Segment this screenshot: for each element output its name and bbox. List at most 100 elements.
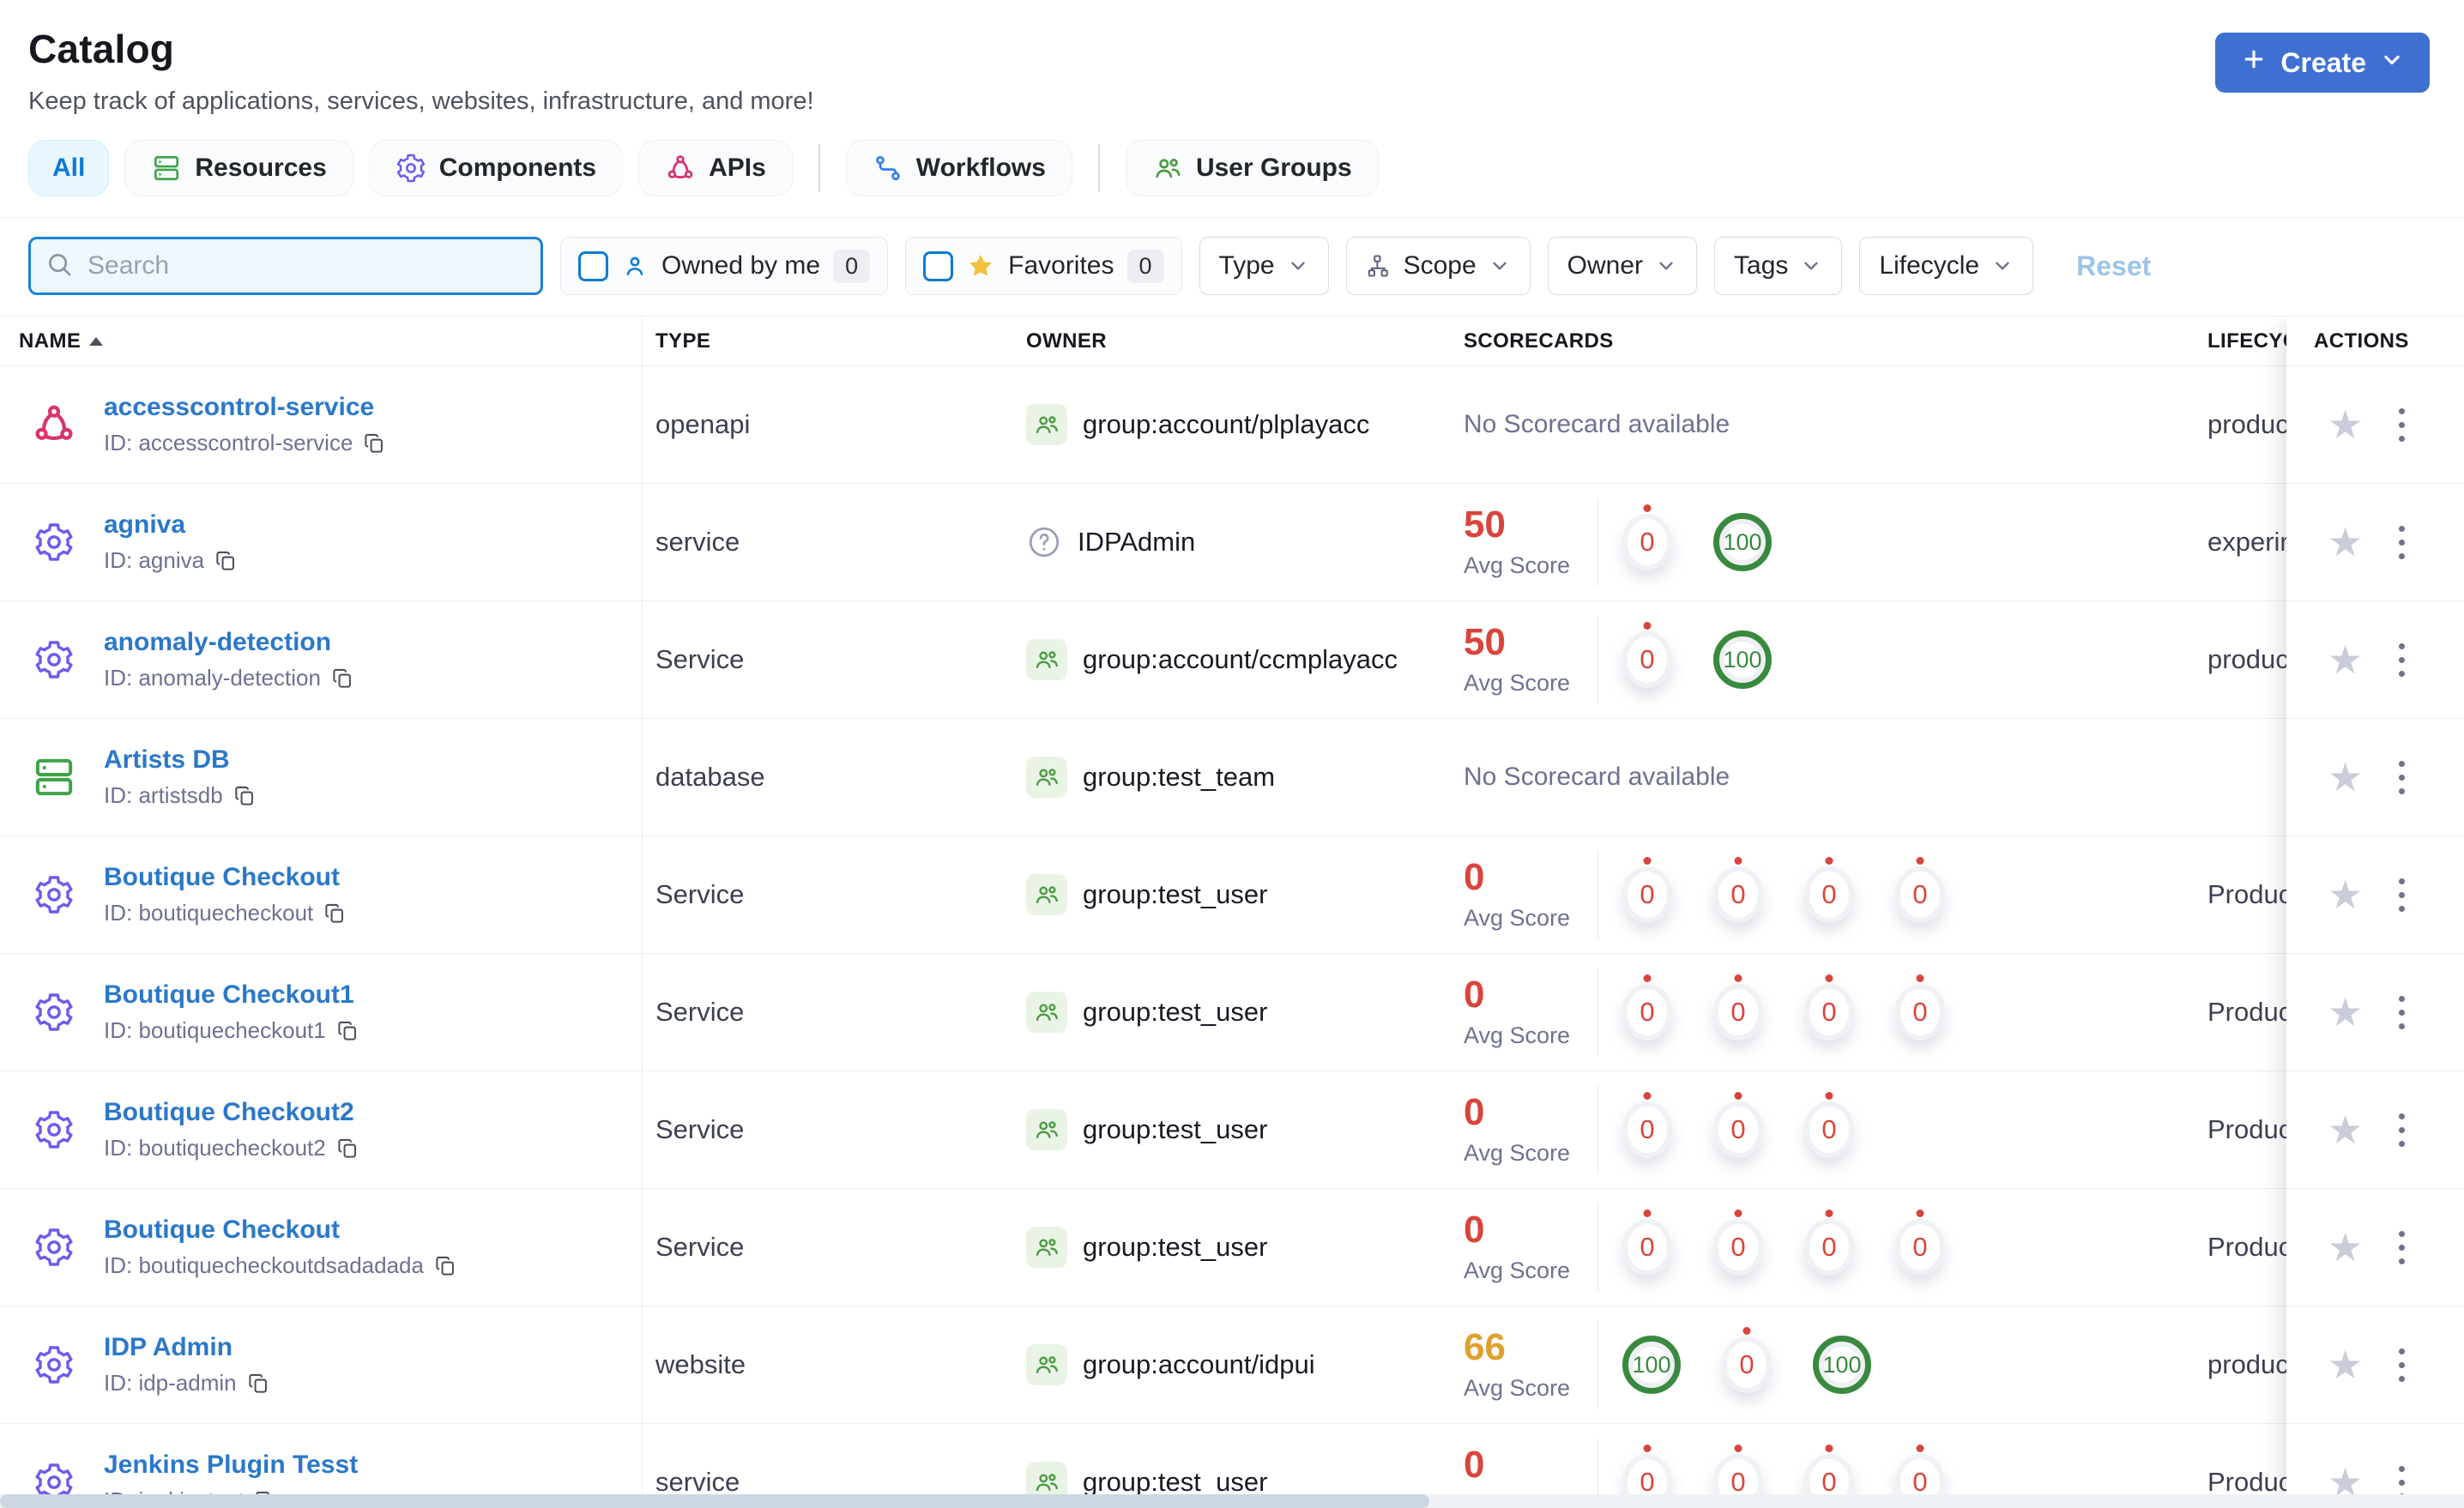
plus-icon bbox=[2241, 46, 2267, 79]
score-ring[interactable]: 0 bbox=[1713, 984, 1763, 1041]
entity-name-link[interactable]: Boutique Checkout2 bbox=[104, 1098, 359, 1127]
entity-name-link[interactable]: IDP Admin bbox=[104, 1333, 270, 1362]
entity-name-link[interactable]: Boutique Checkout1 bbox=[104, 980, 359, 1010]
copy-icon[interactable] bbox=[214, 549, 238, 572]
dropdown-lifecycle[interactable]: Lifecycle bbox=[1859, 237, 2034, 295]
kebab-menu-icon[interactable] bbox=[2394, 756, 2410, 799]
entity-name-link[interactable]: anomaly-detection bbox=[104, 628, 354, 657]
score-ring[interactable]: 0 bbox=[1895, 866, 1945, 923]
score-ring[interactable]: 0 bbox=[1804, 866, 1854, 923]
copy-icon[interactable] bbox=[247, 1372, 270, 1395]
table-row[interactable]: Boutique Checkout ID: boutiquecheckoutds… bbox=[0, 1189, 2464, 1306]
score-ring[interactable]: 0 bbox=[1713, 1101, 1763, 1158]
score-ring[interactable]: 100 bbox=[1713, 630, 1772, 689]
kebab-menu-icon[interactable] bbox=[2394, 638, 2410, 682]
entity-name-link[interactable]: Artists DB bbox=[104, 745, 257, 775]
filter-chip-favorites[interactable]: Favorites 0 bbox=[905, 237, 1182, 295]
search-box[interactable] bbox=[28, 237, 543, 295]
copy-icon[interactable] bbox=[434, 1254, 457, 1277]
owner-cell: group:test_user bbox=[1026, 954, 1267, 1071]
kebab-menu-icon[interactable] bbox=[2394, 873, 2410, 917]
tab-workflows[interactable]: Workflows bbox=[845, 140, 1072, 196]
entity-id-label: ID: boutiquecheckout1 bbox=[104, 1017, 326, 1043]
favorite-star-icon[interactable]: ★ bbox=[2328, 875, 2363, 914]
kebab-menu-icon[interactable] bbox=[2394, 991, 2410, 1034]
table-row[interactable]: accesscontrol-service ID: accesscontrol-… bbox=[0, 366, 2464, 484]
score-ring[interactable]: 0 bbox=[1622, 984, 1672, 1041]
checkbox[interactable] bbox=[578, 250, 608, 281]
dropdown-tags[interactable]: Tags bbox=[1714, 237, 1843, 295]
tab-all[interactable]: All bbox=[28, 140, 110, 196]
score-ring[interactable]: 100 bbox=[1622, 1336, 1681, 1394]
tab-apis[interactable]: APIs bbox=[638, 140, 793, 196]
kebab-menu-icon[interactable] bbox=[2394, 521, 2410, 564]
catalog-page: Catalog Keep track of applications, serv… bbox=[0, 0, 2464, 1508]
tab-label: Workflows bbox=[915, 154, 1046, 182]
kebab-menu-icon[interactable] bbox=[2394, 403, 2410, 447]
entity-name-link[interactable]: agniva bbox=[104, 510, 238, 540]
copy-icon[interactable] bbox=[363, 431, 386, 455]
score-ring[interactable]: 0 bbox=[1804, 984, 1854, 1041]
entity-name-link[interactable]: accesscontrol-service bbox=[104, 393, 386, 422]
score-ring[interactable]: 0 bbox=[1622, 1219, 1672, 1276]
favorite-star-icon[interactable]: ★ bbox=[2328, 1228, 2363, 1267]
score-ring[interactable]: 100 bbox=[1813, 1336, 1871, 1394]
tab-resources[interactable]: Resources bbox=[124, 140, 353, 196]
favorite-star-icon[interactable]: ★ bbox=[2328, 522, 2363, 562]
kebab-menu-icon[interactable] bbox=[2394, 1108, 2410, 1152]
dropdown-owner[interactable]: Owner bbox=[1547, 237, 1698, 295]
score-divider bbox=[1597, 616, 1598, 703]
kebab-menu-icon[interactable] bbox=[2394, 1343, 2410, 1387]
tab-components[interactable]: Components bbox=[368, 140, 624, 196]
table-row[interactable]: anomaly-detection ID: anomaly-detection … bbox=[0, 601, 2464, 719]
checkbox[interactable] bbox=[923, 250, 954, 281]
column-header-name[interactable]: NAME bbox=[19, 329, 104, 353]
table-row[interactable]: agniva ID: agniva service IDPAdmin 50 Avg… bbox=[0, 484, 2464, 601]
lifecycle-cell: Produc bbox=[2207, 1114, 2286, 1144]
favorite-star-icon[interactable]: ★ bbox=[2328, 1110, 2363, 1149]
score-ring[interactable]: 0 bbox=[1622, 866, 1672, 923]
score-ring[interactable]: 0 bbox=[1804, 1101, 1854, 1158]
table-row[interactable]: IDP Admin ID: idp-admin website group:ac… bbox=[0, 1306, 2464, 1424]
copy-icon[interactable] bbox=[323, 902, 347, 925]
score-ring[interactable]: 100 bbox=[1713, 513, 1772, 571]
create-button[interactable]: Create bbox=[2215, 33, 2430, 93]
score-ring-value: 0 bbox=[1730, 1467, 1746, 1497]
copy-icon[interactable] bbox=[233, 784, 257, 807]
score-ring-value: 0 bbox=[1912, 997, 1928, 1027]
score-ring[interactable]: 0 bbox=[1713, 1219, 1763, 1276]
dropdown-type[interactable]: Type bbox=[1199, 237, 1329, 295]
favorite-star-icon[interactable]: ★ bbox=[2328, 1345, 2363, 1384]
entity-name-link[interactable]: Boutique Checkout bbox=[104, 863, 347, 892]
filter-chip-owned-by-me[interactable]: Owned by me 0 bbox=[560, 237, 889, 295]
copy-icon[interactable] bbox=[331, 667, 354, 690]
score-ring[interactable]: 0 bbox=[1722, 1336, 1772, 1393]
copy-icon[interactable] bbox=[336, 1137, 359, 1160]
dropdown-scope[interactable]: Scope bbox=[1345, 237, 1531, 295]
favorite-star-icon[interactable]: ★ bbox=[2328, 757, 2363, 797]
reset-button[interactable]: Reset bbox=[2076, 250, 2151, 282]
score-ring[interactable]: 0 bbox=[1713, 866, 1763, 923]
entity-name-link[interactable]: Jenkins Plugin Tesst bbox=[104, 1451, 358, 1480]
entity-name-link[interactable]: Boutique Checkout bbox=[104, 1215, 457, 1245]
copy-icon[interactable] bbox=[336, 1019, 359, 1042]
scrollbar-thumb[interactable] bbox=[0, 1494, 1429, 1508]
kebab-menu-icon[interactable] bbox=[2394, 1226, 2410, 1270]
table-row[interactable]: Boutique Checkout ID: boutiquecheckout S… bbox=[0, 836, 2464, 954]
table-row[interactable]: Artists DB ID: artistsdb database group:… bbox=[0, 719, 2464, 836]
actions-row: ★ bbox=[2286, 1306, 2464, 1424]
score-ring[interactable]: 0 bbox=[1622, 1101, 1672, 1158]
favorite-star-icon[interactable]: ★ bbox=[2328, 992, 2363, 1032]
favorite-star-icon[interactable]: ★ bbox=[2328, 640, 2363, 679]
favorite-star-icon[interactable]: ★ bbox=[2328, 405, 2363, 444]
score-ring[interactable]: 0 bbox=[1622, 631, 1672, 688]
search-input[interactable] bbox=[86, 250, 527, 281]
score-ring[interactable]: 0 bbox=[1622, 514, 1672, 570]
table-row[interactable]: Boutique Checkout1 ID: boutiquecheckout1… bbox=[0, 954, 2464, 1071]
score-ring[interactable]: 0 bbox=[1895, 1219, 1945, 1276]
table-row[interactable]: Boutique Checkout2 ID: boutiquecheckout2… bbox=[0, 1071, 2464, 1189]
score-ring[interactable]: 0 bbox=[1804, 1219, 1854, 1276]
horizontal-scrollbar[interactable] bbox=[0, 1494, 2464, 1508]
score-ring[interactable]: 0 bbox=[1895, 984, 1945, 1041]
tab-user-groups[interactable]: User Groups bbox=[1125, 140, 1379, 196]
